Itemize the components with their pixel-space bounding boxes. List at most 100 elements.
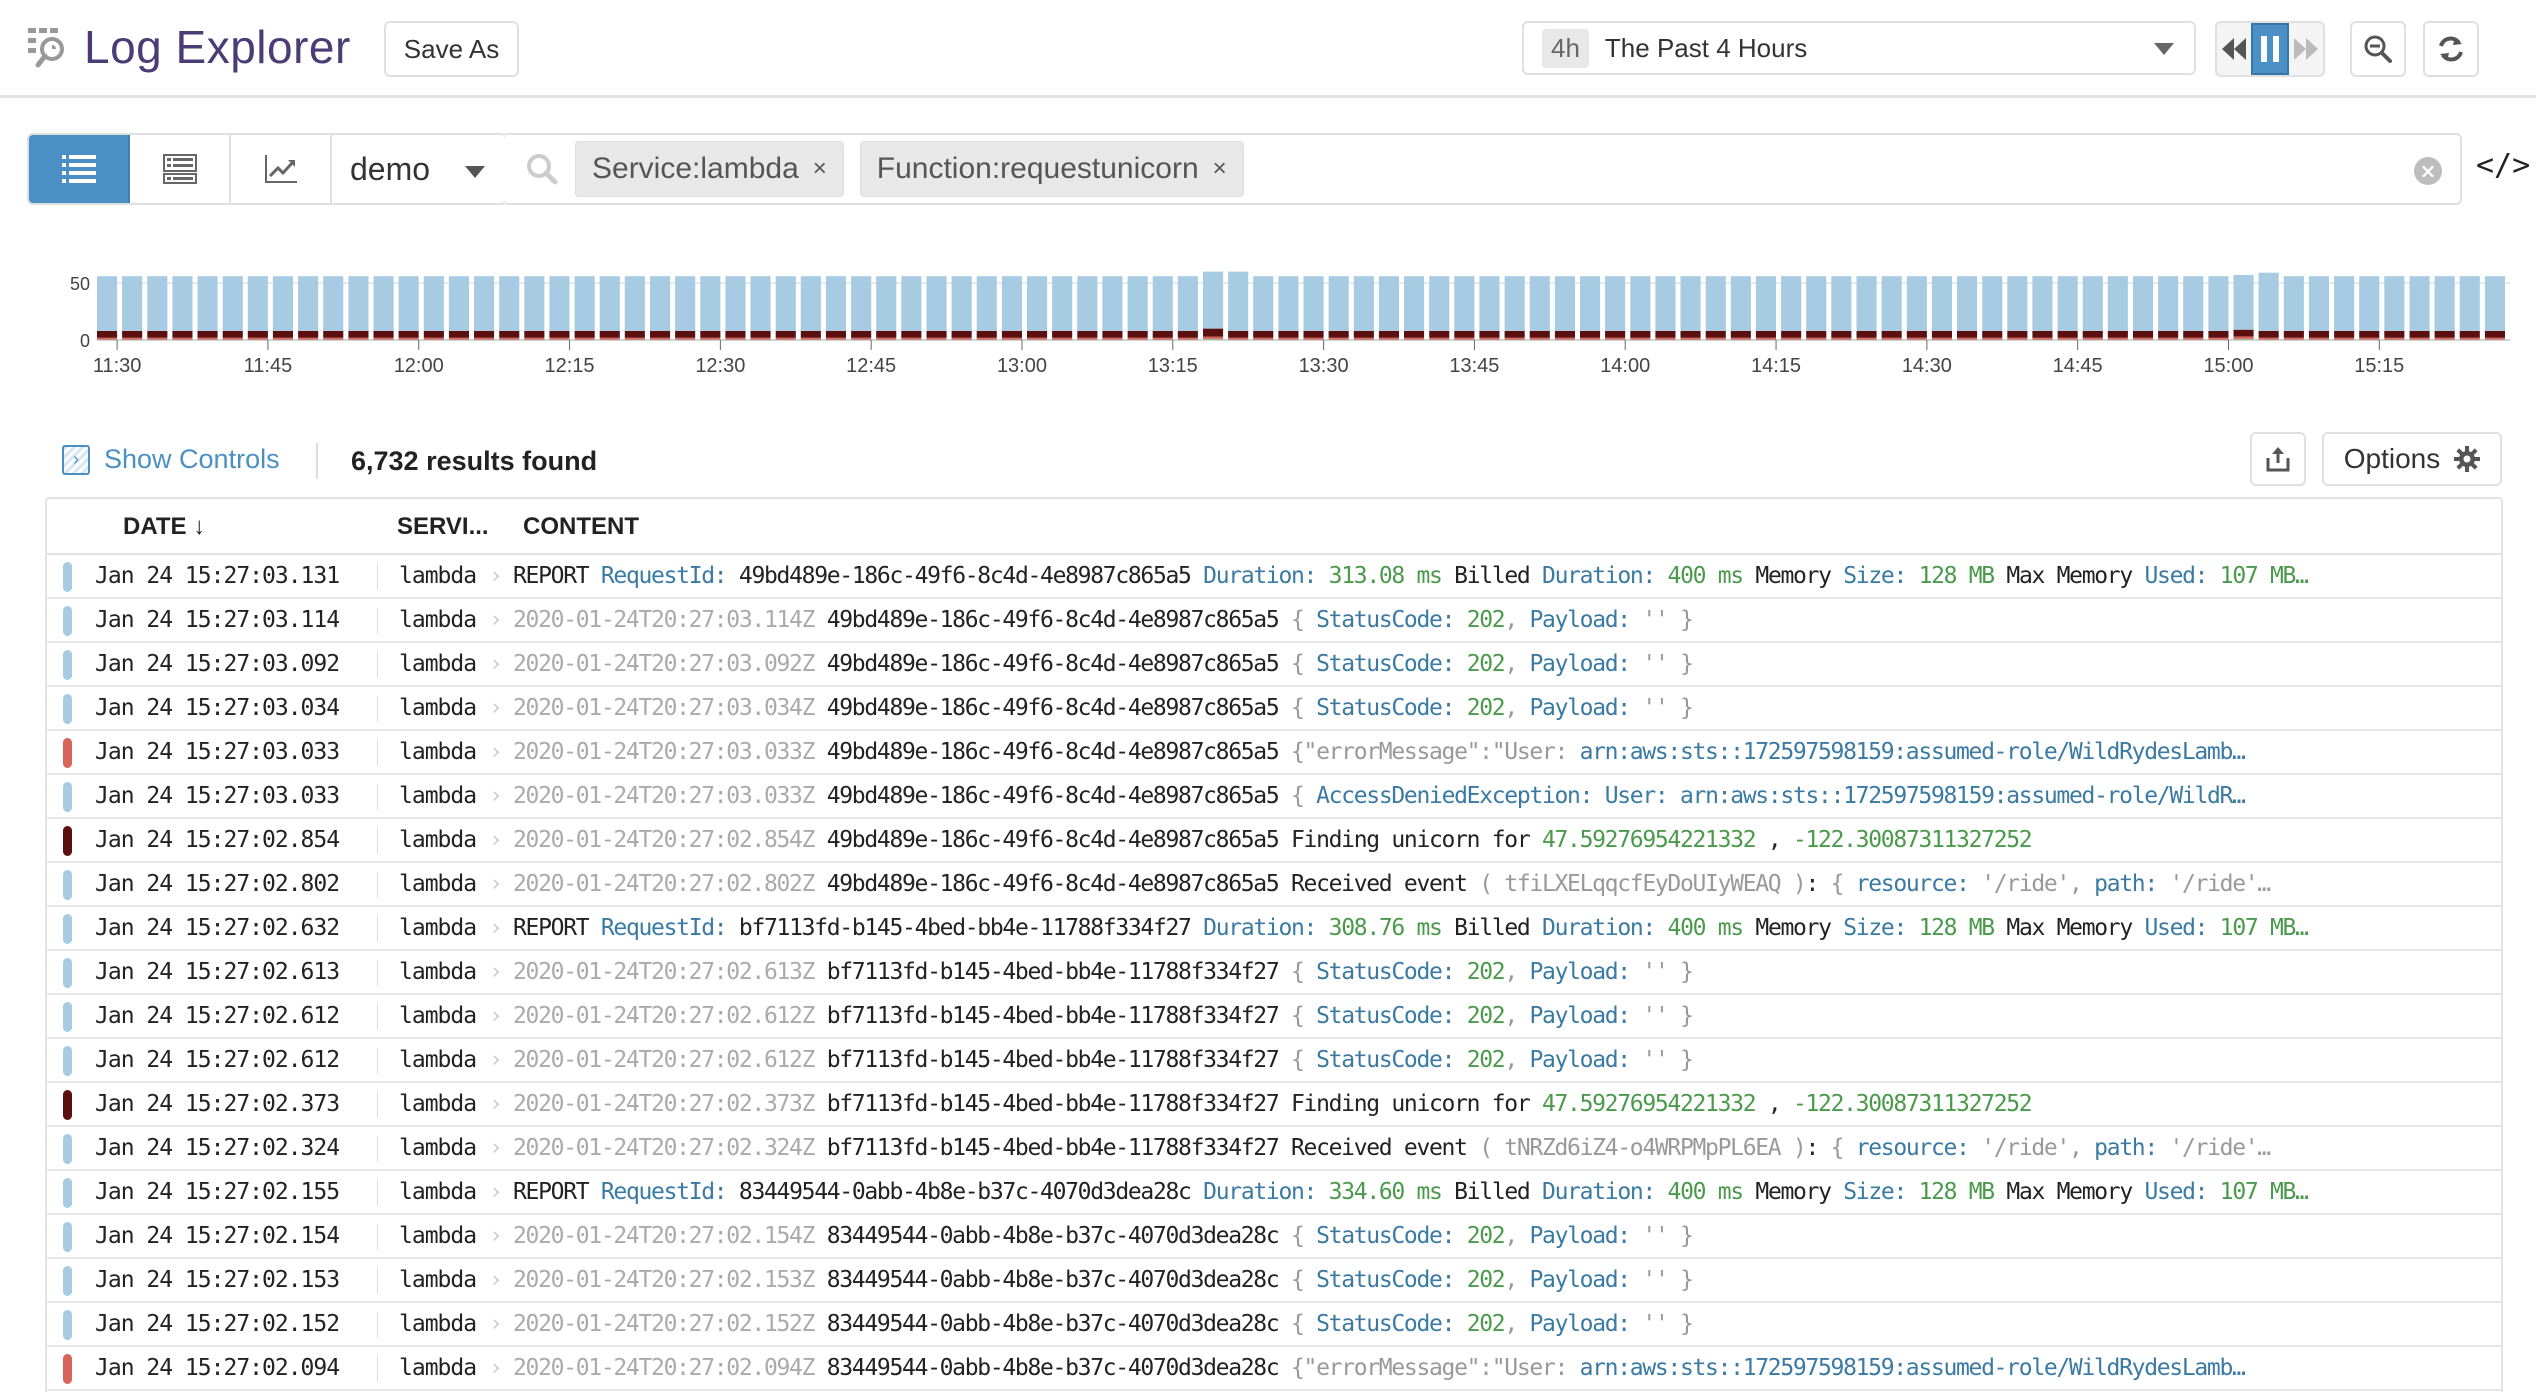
request-id: 49bd489e-186c-49f6-8c4d-4e8987c865a5 [826, 651, 1280, 677]
cell-content: REPORT RequestId: bf7113fd-b145-4bed-bb4… [513, 915, 2493, 941]
table-row[interactable]: Jan 24 15:27:02.324 lambda › 2020-01-24T20:… [47, 1127, 2501, 1171]
table-row[interactable]: Jan 24 15:27:03.114 lambda › 2020-01-24T20:… [47, 599, 2501, 643]
cell-date: Jan 24 15:27:03.131 [95, 563, 340, 589]
log-timestamp: 2020-01-24T20:27:02.802Z [513, 871, 815, 897]
table-row[interactable]: Jan 24 15:27:02.612 lambda › 2020-01-24T20:… [47, 995, 2501, 1039]
bar-segment-info [2233, 275, 2254, 330]
bar-segment-info [1328, 276, 1349, 331]
bar-segment-info [675, 276, 696, 331]
bar-segment-error [650, 330, 671, 338]
status-indicator [63, 1266, 72, 1296]
table-row[interactable]: Jan 24 15:27:03.092 lambda › 2020-01-24T20:… [47, 643, 2501, 687]
column-header-service[interactable]: SERVI... [397, 513, 489, 541]
bar-segment-info [2158, 276, 2179, 331]
code-view-toggle-icon[interactable]: </> [2476, 148, 2530, 183]
close-icon[interactable]: × [813, 155, 827, 183]
bar-segment-error [1580, 330, 1601, 338]
log-value: 202 [1466, 607, 1506, 633]
table-row[interactable]: Jan 24 15:27:02.152 lambda › 2020-01-24T20:… [47, 1303, 2501, 1347]
log-key: RequestId: [600, 563, 728, 589]
zoom-out-button[interactable] [2350, 21, 2406, 77]
timeseries-view-button[interactable] [231, 135, 332, 203]
column-header-date[interactable]: DATE ↓ [123, 513, 205, 541]
fast-forward-button[interactable] [2289, 23, 2323, 75]
divider [377, 1224, 378, 1250]
bar-segment-info [1127, 276, 1148, 331]
table-row[interactable]: Jan 24 15:27:02.154 lambda › 2020-01-24T20:… [47, 1215, 2501, 1259]
export-icon [2266, 447, 2290, 472]
table-row[interactable]: Jan 24 15:27:02.802 lambda › 2020-01-24T20:… [47, 863, 2501, 907]
bar-segment-info [1203, 271, 1224, 329]
chevron-right-icon: › [489, 563, 503, 589]
bar-segment-error [197, 330, 218, 338]
show-controls-button[interactable]: › Show Controls [62, 444, 280, 475]
bar-segment-info [348, 276, 369, 331]
log-text: Memory [1755, 915, 1832, 941]
facet-chip-function[interactable]: Function:requestunicorn × [859, 141, 1244, 197]
log-value: 334.60 ms [1328, 1179, 1443, 1205]
chevron-right-icon: › [489, 1003, 503, 1029]
brace: { [1290, 607, 1305, 633]
bar-segment-warn [1203, 336, 1224, 339]
bar-segment-error [2082, 330, 2103, 338]
longitude: -122.30087311327252 [1792, 827, 2033, 853]
bar-segment-error [298, 330, 319, 338]
search-input[interactable]: Service:lambda × Function:requestunicorn… [505, 133, 2462, 205]
cell-service: lambda [399, 871, 477, 897]
refresh-button[interactable] [2423, 21, 2479, 77]
export-button[interactable] [2250, 432, 2306, 486]
table-row[interactable]: Jan 24 15:27:03.033 lambda › 2020-01-24T20:… [47, 775, 2501, 819]
bar-segment-error [2283, 330, 2304, 338]
table-row[interactable]: Jan 24 15:27:02.612 lambda › 2020-01-24T20:… [47, 1039, 2501, 1083]
bar-segment-error [800, 330, 821, 338]
log-value: 107 MB… [2219, 563, 2309, 589]
table-row[interactable]: Jan 24 15:27:02.155 lambda › REPORT Request… [47, 1171, 2501, 1215]
facet-chip-service[interactable]: Service:lambda × [575, 141, 844, 197]
x-tick-label: 14:45 [2053, 355, 2103, 377]
bar-segment-info [1278, 276, 1299, 331]
rewind-button[interactable] [2217, 23, 2251, 75]
chevron-right-icon: › [489, 1179, 503, 1205]
table-row[interactable]: Jan 24 15:27:02.613 lambda › 2020-01-24T20:… [47, 951, 2501, 995]
comma: , [2069, 1135, 2083, 1161]
log-key: Used: [2144, 915, 2208, 941]
log-timestamp: 2020-01-24T20:27:03.033Z [513, 783, 815, 809]
index-select[interactable]: demo [332, 135, 505, 203]
log-key: StatusCode: [1316, 1267, 1455, 1293]
table-row[interactable]: Jan 24 15:27:03.034 lambda › 2020-01-24T20:… [47, 687, 2501, 731]
log-volume-chart[interactable]: 0 50 11:30 11:45 12:00 12:15 12:30 12:45 13:00 13… [0, 250, 2536, 390]
table-row[interactable]: Jan 24 15:27:02.153 lambda › 2020-01-24T20:… [47, 1259, 2501, 1303]
grouped-list-view-button[interactable] [130, 135, 231, 203]
options-button[interactable]: Options [2322, 432, 2502, 486]
log-timestamp: 2020-01-24T20:27:03.034Z [513, 695, 815, 721]
log-timestamp: 2020-01-24T20:27:02.373Z [513, 1091, 815, 1117]
table-row[interactable]: Jan 24 15:27:03.131 lambda › REPORT Request… [47, 555, 2501, 599]
log-prefix: REPORT [513, 1179, 590, 1205]
log-value: '' [1642, 1003, 1668, 1029]
table-row[interactable]: Jan 24 15:27:02.632 lambda › REPORT Request… [47, 907, 2501, 951]
log-value: 107 MB… [2219, 915, 2309, 941]
bar-segment-error [122, 330, 143, 338]
table-row[interactable]: Jan 24 15:27:03.033 lambda › 2020-01-24T20:… [47, 731, 2501, 775]
log-value: 202 [1466, 1003, 1506, 1029]
bar-segment-error [398, 330, 419, 338]
save-as-button[interactable]: Save As [384, 21, 519, 77]
divider [377, 1004, 378, 1030]
log-value: '' [1642, 607, 1668, 633]
log-value: '' [1642, 1047, 1668, 1073]
table-row[interactable]: Jan 24 15:27:02.094 lambda › 2020-01-24T20:… [47, 1347, 2501, 1391]
request-id: 49bd489e-186c-49f6-8c4d-4e8987c865a5 [826, 695, 1280, 721]
bar-segment-info [825, 276, 846, 331]
table-row[interactable]: Jan 24 15:27:02.854 lambda › 2020-01-24T20:… [47, 819, 2501, 863]
clear-search-icon[interactable]: × [2414, 157, 2442, 185]
table-row[interactable]: Jan 24 15:27:02.373 lambda › 2020-01-24T20:… [47, 1083, 2501, 1127]
cell-date: Jan 24 15:27:02.155 [95, 1179, 340, 1205]
close-icon[interactable]: × [1213, 155, 1227, 183]
log-key: AccessDeniedException: [1316, 783, 1593, 809]
pause-button[interactable] [2251, 23, 2289, 75]
column-header-content[interactable]: CONTENT [523, 513, 639, 541]
brace: } [1680, 651, 1694, 677]
time-range-picker[interactable]: 4h The Past 4 Hours [1522, 21, 2196, 75]
bar-segment-error [423, 330, 444, 338]
list-view-button[interactable] [29, 135, 130, 203]
